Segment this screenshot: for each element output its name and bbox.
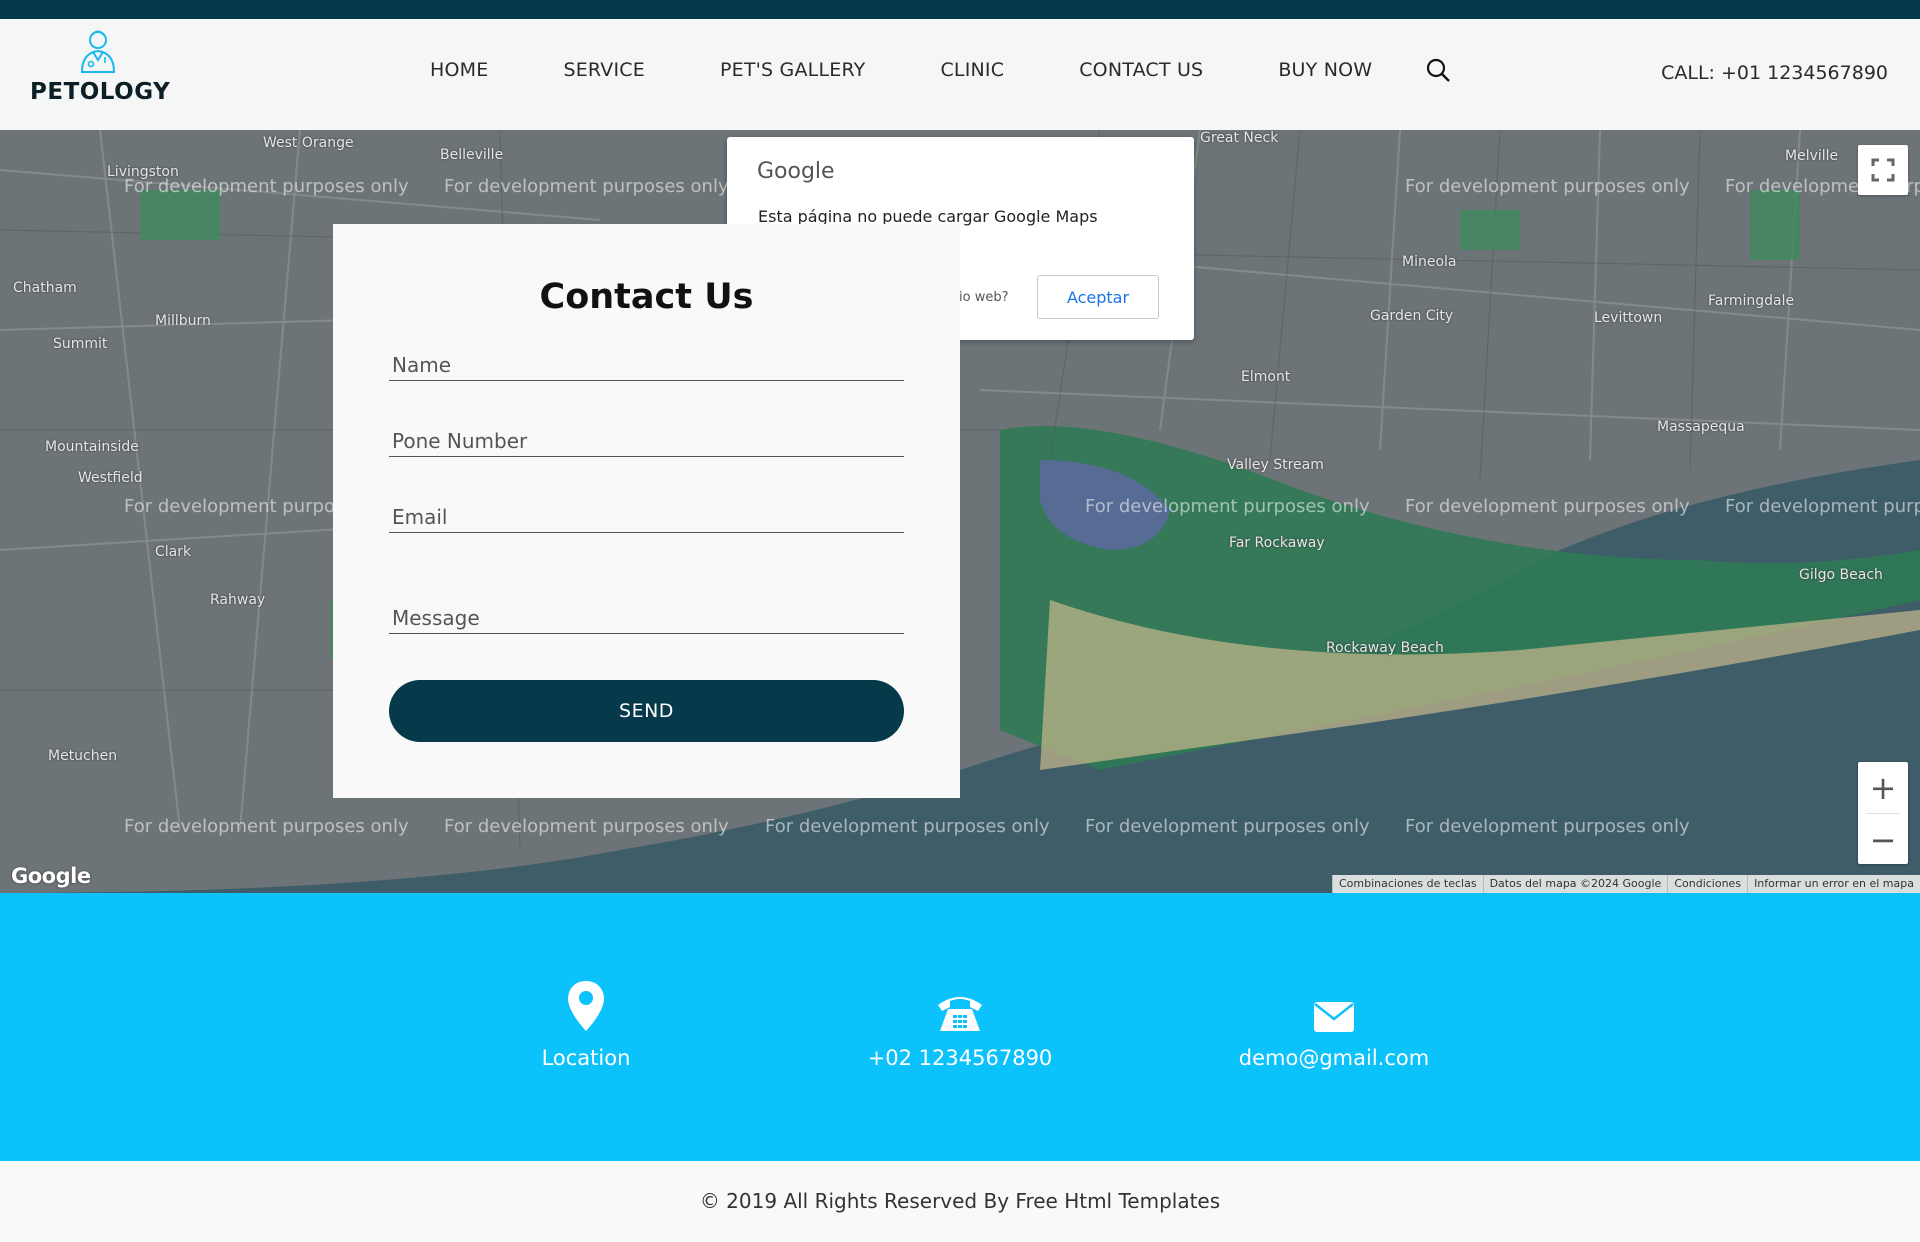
- map-label: Gilgo Beach: [1799, 567, 1883, 583]
- phone-item: +02 1234567890: [810, 973, 1110, 1070]
- map-label: Rahway: [210, 592, 266, 608]
- fullscreen-button[interactable]: [1858, 145, 1908, 195]
- header: PETOLOGY HOME SERVICE PET'S GALLERY CLIN…: [0, 19, 1920, 130]
- zoom-in-button[interactable]: +: [1858, 762, 1908, 813]
- map-watermark: For development purposes only: [444, 816, 729, 837]
- map-watermark: For development purposes only: [444, 176, 729, 197]
- zoom-control: + −: [1858, 762, 1908, 864]
- map-label: Valley Stream: [1227, 457, 1324, 473]
- location-item: Location: [436, 973, 736, 1070]
- call-number: CALL: +01 1234567890: [1661, 62, 1888, 84]
- map-label: Massapequa: [1657, 419, 1745, 435]
- map-watermark: For development purposes only: [1405, 496, 1690, 517]
- map-label: Melville: [1785, 148, 1839, 164]
- map-label: Elmont: [1241, 369, 1291, 385]
- send-button[interactable]: SEND: [389, 680, 904, 742]
- map-label: West Orange: [263, 135, 354, 151]
- map-label: Levittown: [1594, 310, 1663, 326]
- map-label: Chatham: [13, 280, 77, 296]
- map-label: Farmingdale: [1708, 293, 1795, 309]
- top-bar: [0, 0, 1920, 19]
- email-item: demo@gmail.com: [1184, 973, 1484, 1070]
- copyright-text: © 2019 All Rights Reserved By Free Html …: [699, 1189, 1221, 1213]
- nav-buy-now[interactable]: BUY NOW: [1278, 59, 1372, 81]
- search-icon[interactable]: [1425, 57, 1451, 83]
- map-label: Millburn: [155, 313, 211, 329]
- map-watermark: For development purposes only: [1085, 496, 1370, 517]
- name-field[interactable]: Name: [389, 351, 904, 381]
- report-error-link[interactable]: Informar un error en el mapa: [1747, 875, 1920, 893]
- map-label: Livingston: [107, 164, 179, 180]
- map-watermark: For development purposes only: [1405, 176, 1690, 197]
- contact-info-section: Location +02 1234567890 demo@gmail.com: [0, 893, 1920, 1161]
- map-label: Belleville: [440, 147, 504, 163]
- location-pin-icon: [568, 981, 604, 1031]
- nav-home[interactable]: HOME: [430, 59, 488, 81]
- phone-placeholder: Pone Number: [392, 429, 528, 453]
- map-watermark: For development purposes only: [1405, 816, 1690, 837]
- email-text[interactable]: demo@gmail.com: [1184, 1046, 1484, 1070]
- nav-gallery[interactable]: PET'S GALLERY: [720, 59, 865, 81]
- name-placeholder: Name: [392, 353, 452, 377]
- logo-text: PETOLOGY: [30, 79, 171, 105]
- map-watermark: For development purposes only: [1085, 816, 1370, 837]
- dialog-question: io web?: [959, 290, 1009, 305]
- keyboard-shortcuts-link[interactable]: Combinaciones de teclas: [1331, 875, 1483, 893]
- contact-form: Contact Us Name Pone Number Email Messag…: [333, 224, 960, 798]
- email-field[interactable]: Email: [389, 503, 904, 533]
- dialog-brand: Google: [757, 159, 835, 184]
- map-label: Westfield: [78, 470, 143, 486]
- map-data-text: Datos del mapa ©2024 Google: [1482, 875, 1668, 893]
- google-logo: Google: [11, 864, 91, 888]
- main-nav: HOME SERVICE PET'S GALLERY CLINIC CONTAC…: [430, 58, 1450, 82]
- envelope-icon: [1314, 1002, 1354, 1032]
- map-label: Rockaway Beach: [1326, 640, 1444, 656]
- phone-text[interactable]: +02 1234567890: [810, 1046, 1110, 1070]
- logo[interactable]: PETOLOGY: [30, 29, 171, 105]
- map-label: Far Rockaway: [1229, 535, 1325, 551]
- telephone-icon: [938, 997, 982, 1031]
- nav-clinic[interactable]: CLINIC: [940, 59, 1004, 81]
- accept-button[interactable]: Aceptar: [1037, 275, 1159, 319]
- map-label: Garden City: [1370, 308, 1454, 324]
- message-placeholder: Message: [392, 606, 480, 630]
- message-field[interactable]: Message: [389, 604, 904, 634]
- email-placeholder: Email: [392, 505, 448, 529]
- nav-service[interactable]: SERVICE: [563, 59, 645, 81]
- map-watermark: For development purposes only: [124, 816, 409, 837]
- fullscreen-icon: [1871, 158, 1895, 182]
- nav-contact[interactable]: CONTACT US: [1079, 59, 1203, 81]
- zoom-out-button[interactable]: −: [1858, 814, 1908, 865]
- map-label: Great Neck: [1200, 130, 1279, 146]
- map-label: Clark: [155, 544, 192, 560]
- terms-link[interactable]: Condiciones: [1667, 875, 1747, 893]
- footer: © 2019 All Rights Reserved By Free Html …: [0, 1161, 1920, 1242]
- contact-title: Contact Us: [539, 277, 754, 317]
- map-watermark: For development purposes only: [765, 816, 1050, 837]
- map-watermark: For development purposes only: [1725, 496, 1920, 517]
- map-label: Mountainside: [45, 439, 139, 455]
- map-label: Metuchen: [48, 748, 118, 764]
- map-label: Mineola: [1402, 254, 1457, 270]
- phone-field[interactable]: Pone Number: [389, 427, 904, 457]
- doctor-icon: [80, 30, 115, 73]
- map-attribution: Combinaciones de teclas Datos del mapa ©…: [1331, 875, 1920, 893]
- location-text[interactable]: Location: [436, 1046, 736, 1070]
- map-label: Summit: [53, 336, 108, 352]
